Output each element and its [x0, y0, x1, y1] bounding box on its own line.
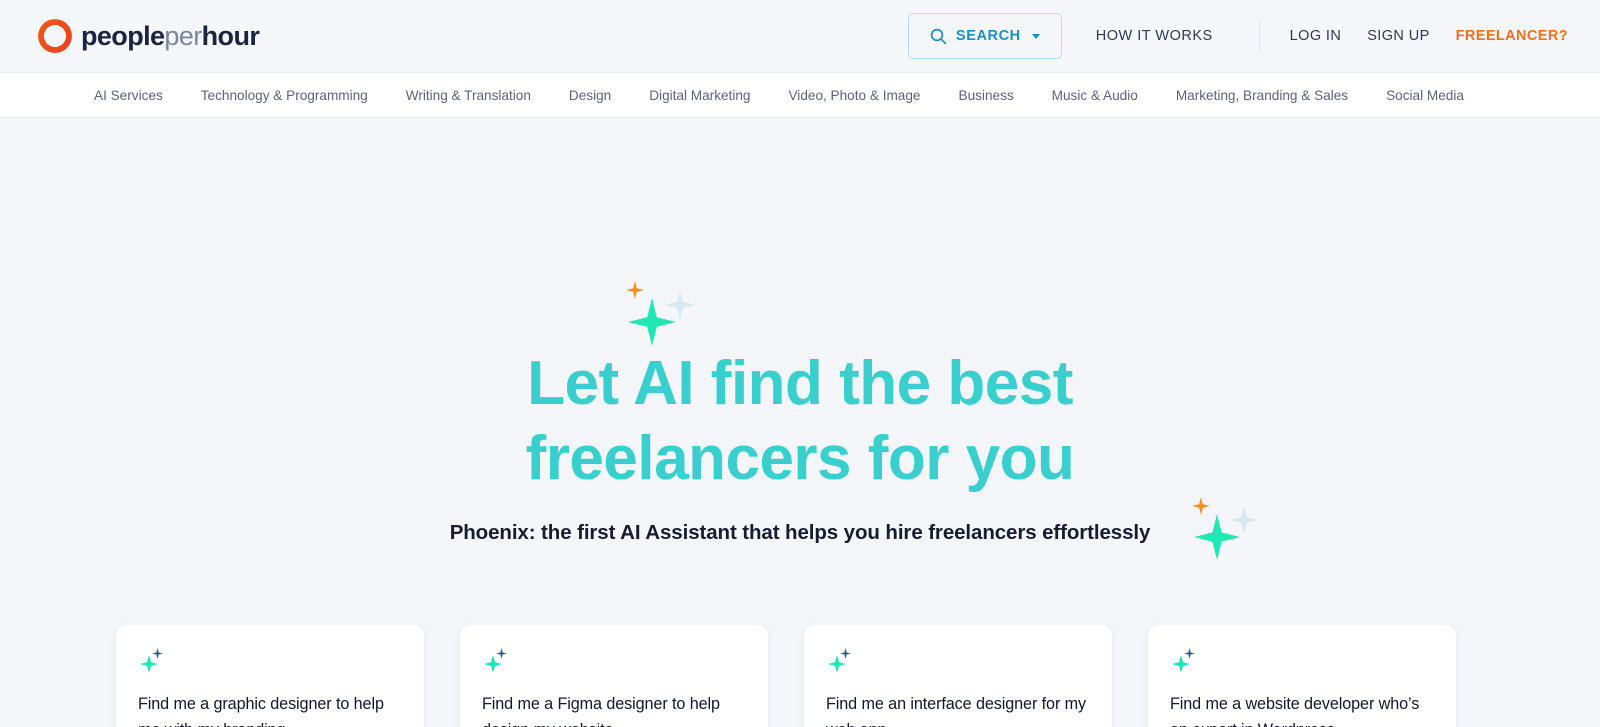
suggestion-card[interactable]: Find me a website developer who’s an exp…	[1148, 625, 1456, 727]
logo-text-part-3: hour	[201, 20, 260, 51]
sparkle-icon-orange-small	[626, 281, 644, 304]
search-icon	[930, 28, 947, 45]
logo-text: peopleperhour	[81, 20, 260, 52]
page-subtitle: Phoenix: the first AI Assistant that hel…	[449, 521, 1151, 544]
logo[interactable]: peopleperhour	[38, 19, 260, 53]
log-in-link[interactable]: LOG IN	[1290, 28, 1342, 44]
category-nav: AI Services Technology & Programming Writi…	[0, 73, 1600, 118]
suggestion-card[interactable]: Find me an interface designer for my web…	[804, 625, 1112, 727]
nav-item-social-media[interactable]: Social Media	[1367, 88, 1483, 103]
nav-item-writing-translation[interactable]: Writing & Translation	[387, 88, 550, 103]
sparkle-icon-teal-large	[628, 298, 676, 351]
search-button[interactable]: SEARCH	[907, 13, 1062, 59]
sparkle-icon	[482, 647, 516, 679]
nav-item-video-photo-image[interactable]: Video, Photo & Image	[769, 88, 939, 103]
suggestion-card-text: Find me a graphic designer to help me wi…	[138, 695, 384, 727]
header-right-group: SEARCH HOW IT WORKS LOG IN SIGN UP FREEL…	[907, 13, 1568, 59]
sparkle-icon	[826, 647, 860, 679]
nav-item-ai-services[interactable]: AI Services	[38, 88, 182, 103]
nav-item-digital-marketing[interactable]: Digital Marketing	[630, 88, 769, 103]
header-divider	[1258, 20, 1260, 52]
search-button-label: SEARCH	[955, 28, 1021, 44]
headline-line-2: freelancers for you	[525, 424, 1075, 494]
suggestion-card-text: Find me a Figma designer to help design …	[482, 695, 720, 727]
nav-item-technology-programming[interactable]: Technology & Programming	[182, 88, 387, 103]
sparkle-cluster-top	[620, 281, 700, 346]
freelancer-link[interactable]: FREELANCER?	[1456, 28, 1568, 44]
sparkle-icon	[138, 647, 172, 679]
logo-text-part-1: people	[81, 20, 165, 51]
nav-item-marketing-branding-sales[interactable]: Marketing, Branding & Sales	[1157, 88, 1367, 103]
sign-up-link[interactable]: SIGN UP	[1367, 28, 1429, 44]
suggestion-card[interactable]: Find me a graphic designer to help me wi…	[116, 625, 424, 727]
chevron-down-icon	[1031, 33, 1040, 39]
how-it-works-link[interactable]: HOW IT WORKS	[1096, 28, 1213, 44]
hero-section: Let AI find the best freelancers for you…	[0, 118, 1600, 727]
suggestion-card-list: Find me a graphic designer to help me wi…	[116, 625, 1456, 727]
sparkle-icon	[1170, 647, 1204, 679]
suggestion-card-text: Find me an interface designer for my web…	[826, 695, 1087, 727]
nav-item-business[interactable]: Business	[940, 88, 1033, 103]
nav-item-design[interactable]: Design	[550, 88, 630, 103]
suggestion-card[interactable]: Find me a Figma designer to help design …	[460, 625, 768, 727]
nav-item-music-audio[interactable]: Music & Audio	[1033, 88, 1157, 103]
logo-text-part-2: per	[164, 20, 202, 51]
suggestion-card-text: Find me a website developer who’s an exp…	[1170, 695, 1420, 727]
site-header: peopleperhour SEARCH HOW IT WORKS LOG IN…	[0, 0, 1600, 73]
page-title: Let AI find the best freelancers for you	[0, 346, 1600, 496]
smiley-circle-icon	[38, 19, 72, 53]
headline-line-1: Let AI find the best	[527, 349, 1073, 418]
sparkle-icon-orange-small	[1192, 497, 1210, 520]
sparkle-icon-pale-blue	[665, 290, 695, 325]
